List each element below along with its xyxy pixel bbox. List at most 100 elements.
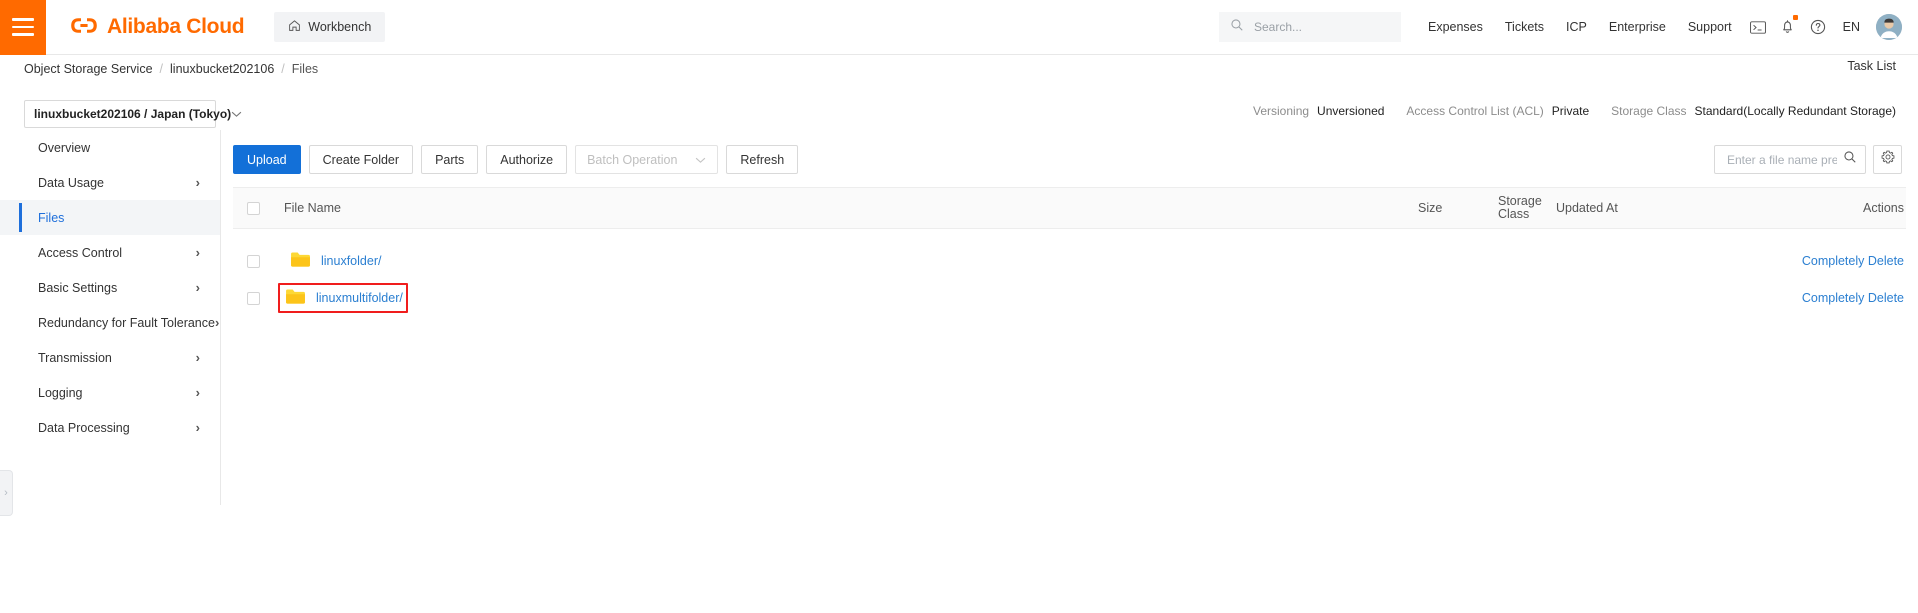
sidebar-item-files[interactable]: Files	[0, 200, 220, 235]
bucket-selector[interactable]: linuxbucket202106 / Japan (Tokyo)	[24, 100, 242, 128]
chevron-right-icon: ›	[195, 280, 200, 295]
table-row[interactable]: linuxfolder/ Completely Delete	[233, 246, 1906, 276]
column-header-file-name: File Name	[273, 201, 1418, 215]
select-all-checkbox[interactable]	[246, 201, 260, 215]
search-icon	[1230, 18, 1244, 37]
column-header-size: Size	[1418, 201, 1443, 215]
sidebar-item-data-processing[interactable]: Data Processing ›	[0, 410, 220, 445]
file-prefix-search-input[interactable]	[1725, 151, 1839, 168]
sidebar-item-label: Data Processing	[38, 420, 130, 435]
sidebar-item-transmission[interactable]: Transmission ›	[0, 340, 220, 375]
help-icon[interactable]	[1803, 12, 1833, 42]
row-actions: Completely Delete	[1786, 254, 1906, 268]
gear-icon	[1881, 150, 1895, 169]
language-switcher[interactable]: EN	[1833, 20, 1870, 34]
breadcrumb-item-files: Files	[291, 62, 319, 76]
sidebar-item-label: Logging	[38, 385, 83, 400]
cloudshell-icon[interactable]	[1743, 12, 1773, 42]
sidebar-item-data-usage[interactable]: Data Usage ›	[0, 165, 220, 200]
search-icon[interactable]	[1843, 150, 1857, 169]
brand-name: Alibaba Cloud	[107, 15, 245, 38]
sidebar-item-access-control[interactable]: Access Control ›	[0, 235, 220, 270]
sidebar-item-label: Transmission	[38, 350, 112, 365]
sidebar-item-redundancy-for-fault-tolerance[interactable]: Redundancy for Fault Tolerance ›	[0, 305, 220, 340]
column-settings-button[interactable]	[1873, 145, 1902, 174]
menu-icon[interactable]	[0, 0, 46, 55]
avatar[interactable]	[1876, 14, 1902, 40]
nav-link-expenses[interactable]: Expenses	[1417, 20, 1494, 34]
row-checkbox-cell	[233, 254, 273, 268]
column-header-actions: Actions	[1863, 201, 1904, 215]
nav-link-icp[interactable]: ICP	[1555, 20, 1598, 34]
chevron-right-icon: ›	[195, 175, 200, 190]
bucket-meta-value-storage-class: Standard(Locally Redundant Storage)	[1694, 104, 1896, 118]
column-header-label-line2: Class	[1498, 207, 1530, 221]
header-nav: Expenses Tickets ICP Enterprise Support	[1417, 20, 1743, 34]
workbench-button[interactable]: Workbench	[274, 12, 386, 42]
authorize-button[interactable]: Authorize	[486, 145, 568, 174]
file-toolbar: Upload Create Folder Parts Authorize Bat…	[233, 145, 799, 174]
global-search[interactable]	[1218, 12, 1401, 42]
nav-link-tickets[interactable]: Tickets	[1494, 20, 1555, 34]
table-row[interactable]: linuxmultifolder/ Completely Delete	[233, 283, 1906, 313]
upload-button[interactable]: Upload	[233, 145, 301, 174]
notification-badge	[1792, 15, 1798, 20]
parts-button[interactable]: Parts	[421, 145, 479, 174]
sidebar: Overview Data Usage › Files Access Contr…	[0, 130, 221, 505]
home-icon	[288, 19, 301, 35]
completely-delete-link[interactable]: Completely Delete	[1802, 254, 1904, 268]
chevron-down-icon	[695, 153, 706, 167]
file-toolbar-right	[1714, 145, 1902, 174]
sidebar-collapse-handle[interactable]: ›	[0, 470, 13, 516]
file-name-wrapper-highlighted: linuxmultifolder/	[278, 283, 408, 313]
column-header-storage-class: Storage Class	[1498, 195, 1556, 221]
row-actions: Completely Delete	[1786, 291, 1906, 305]
completely-delete-link[interactable]: Completely Delete	[1802, 291, 1904, 305]
breadcrumb-item-service[interactable]: Object Storage Service	[24, 62, 153, 76]
chevron-right-icon: ›	[195, 350, 200, 365]
row-checkbox-cell	[233, 291, 273, 305]
sidebar-item-label: Access Control	[38, 245, 123, 260]
create-folder-button[interactable]: Create Folder	[308, 145, 414, 174]
chevron-down-icon	[231, 105, 242, 123]
file-name-link[interactable]: linuxfolder/	[321, 254, 381, 268]
column-header-label-line1: Storage	[1498, 194, 1542, 208]
row-file-name-cell: linuxmultifolder/	[273, 283, 1418, 313]
row-checkbox[interactable]	[246, 254, 260, 268]
main-content: Upload Create Folder Parts Authorize Bat…	[221, 130, 1918, 613]
chevron-right-icon: ›	[195, 420, 200, 435]
folder-icon	[285, 288, 306, 308]
breadcrumb-separator: /	[281, 62, 285, 76]
global-search-input[interactable]	[1251, 19, 1390, 35]
sidebar-item-label: Files	[38, 210, 65, 225]
global-header: Alibaba Cloud Workbench Expenses Tickets…	[0, 0, 1918, 55]
nav-link-enterprise[interactable]: Enterprise	[1598, 20, 1677, 34]
select-all-checkbox-cell	[233, 201, 273, 215]
nav-link-support[interactable]: Support	[1677, 20, 1743, 34]
bucket-meta-key-acl: Access Control List (ACL)	[1406, 104, 1544, 118]
file-prefix-search[interactable]	[1714, 145, 1866, 174]
bucket-meta-value-versioning: Unversioned	[1317, 104, 1385, 118]
sidebar-item-overview[interactable]: Overview	[0, 130, 220, 165]
sidebar-item-label: Data Usage	[38, 175, 105, 190]
sidebar-item-basic-settings[interactable]: Basic Settings ›	[0, 270, 220, 305]
task-list-button[interactable]: Task List	[1847, 59, 1896, 73]
refresh-button[interactable]: Refresh	[726, 145, 799, 174]
alibaba-cloud-mark-icon	[70, 17, 98, 38]
batch-operation-dropdown[interactable]: Batch Operation	[575, 145, 719, 174]
file-table: File Name Size Storage Class Updated At …	[233, 187, 1906, 313]
file-name-link[interactable]: linuxmultifolder/	[316, 291, 403, 305]
bucket-selector-label: linuxbucket202106 / Japan (Tokyo)	[34, 107, 232, 121]
chevron-right-icon: ›	[195, 385, 200, 400]
breadcrumb: Object Storage Service / linuxbucket2021…	[24, 62, 318, 76]
file-name-wrapper: linuxfolder/	[284, 247, 387, 275]
brand-logo[interactable]: Alibaba Cloud	[70, 15, 245, 39]
sidebar-item-logging[interactable]: Logging ›	[0, 375, 220, 410]
folder-icon	[290, 251, 311, 271]
row-checkbox[interactable]	[246, 291, 260, 305]
bell-icon[interactable]	[1773, 12, 1803, 42]
breadcrumb-item-bucket[interactable]: linuxbucket202106	[170, 62, 274, 76]
breadcrumb-bar: Object Storage Service / linuxbucket2021…	[0, 55, 1918, 83]
bucket-meta-key-versioning: Versioning	[1253, 104, 1310, 118]
sidebar-item-label: Overview	[38, 140, 91, 155]
